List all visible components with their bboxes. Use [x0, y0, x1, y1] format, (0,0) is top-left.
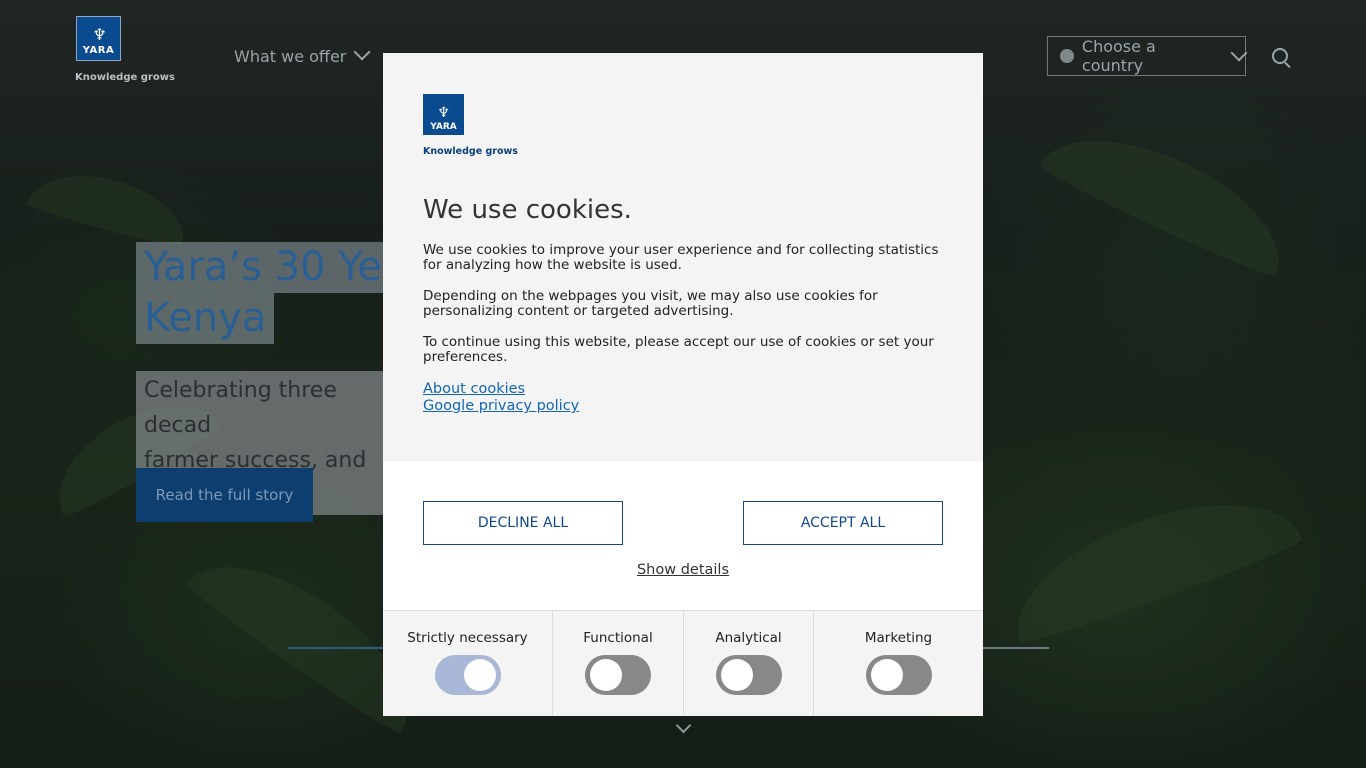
cookie-text: Depending on the webpages you visit, we … [423, 288, 878, 319]
yara-logo[interactable]: ♆ YARA Knowledge grows [75, 16, 175, 83]
logo-tagline: Knowledge grows [75, 72, 175, 83]
pref-functional: Functional [553, 611, 684, 716]
hero-title-line: Kenya [136, 293, 275, 344]
cookie-preferences: Strictly necessary Functional Analytical… [383, 610, 983, 716]
cookie-dialog-body: ♆ YARA Knowledge grows We use cookies. W… [383, 53, 983, 461]
pref-marketing: Marketing [814, 611, 983, 716]
read-full-story-button[interactable]: Read the full story [136, 468, 313, 522]
pref-analytical: Analytical [684, 611, 814, 716]
logo-tagline: Knowledge grows [423, 146, 518, 157]
functional-toggle[interactable] [585, 655, 651, 695]
marketing-toggle[interactable] [865, 655, 932, 695]
pref-strictly-necessary: Strictly necessary [383, 611, 553, 716]
nav-item-what-we-offer[interactable]: What we offer [234, 43, 371, 66]
pref-label: Analytical [715, 630, 782, 646]
search-icon[interactable] [1272, 48, 1288, 64]
accept-all-button[interactable]: ACCEPT ALL [743, 501, 943, 545]
strictly-necessary-toggle [434, 655, 501, 695]
pref-label: Strictly necessary [407, 630, 528, 646]
main-nav: What we offer [234, 43, 371, 66]
yara-logo-mark: ♆ YARA [423, 94, 464, 135]
google-privacy-policy-link[interactable]: Google privacy policy [423, 398, 943, 415]
cookie-actions: DECLINE ALL ACCEPT ALL Show details [383, 461, 983, 610]
logo-word: YARA [82, 45, 115, 56]
yara-logo-mark: ♆ YARA [76, 16, 121, 61]
carousel-progress-active[interactable] [288, 647, 383, 649]
nav-item-label: What we offer [234, 47, 347, 66]
cookie-text: To continue using this website, please a… [423, 334, 934, 365]
globe-icon [1060, 49, 1074, 63]
pref-label: Functional [583, 630, 653, 646]
analytical-toggle[interactable] [715, 655, 782, 695]
country-selector[interactable]: Choose a country [1047, 36, 1248, 76]
viking-ship-icon: ♆ [437, 105, 450, 121]
hero-title-line: Yara’s 30 Ye [136, 242, 391, 293]
decline-all-button[interactable]: DECLINE ALL [423, 501, 623, 545]
chevron-down-icon [1230, 44, 1248, 62]
chevron-down-icon [353, 43, 371, 61]
about-cookies-link[interactable]: About cookies [423, 381, 943, 398]
hero-title: Yara’s 30 Ye Kenya [136, 242, 391, 344]
hero-subtitle-line: Celebrating three decad [144, 378, 337, 438]
cookie-dialog-title: We use cookies. [423, 195, 632, 225]
viking-ship-icon: ♆ [92, 25, 106, 44]
show-details-link[interactable]: Show details [383, 562, 983, 578]
country-selector-label: Choose a country [1081, 37, 1156, 75]
carousel-progress[interactable] [983, 647, 1049, 649]
pref-label: Marketing [864, 630, 933, 646]
cookie-text: We use cookies to improve your user expe… [423, 242, 939, 273]
logo-word: YARA [430, 122, 457, 132]
cookie-dialog: ♆ YARA Knowledge grows We use cookies. W… [383, 53, 983, 716]
